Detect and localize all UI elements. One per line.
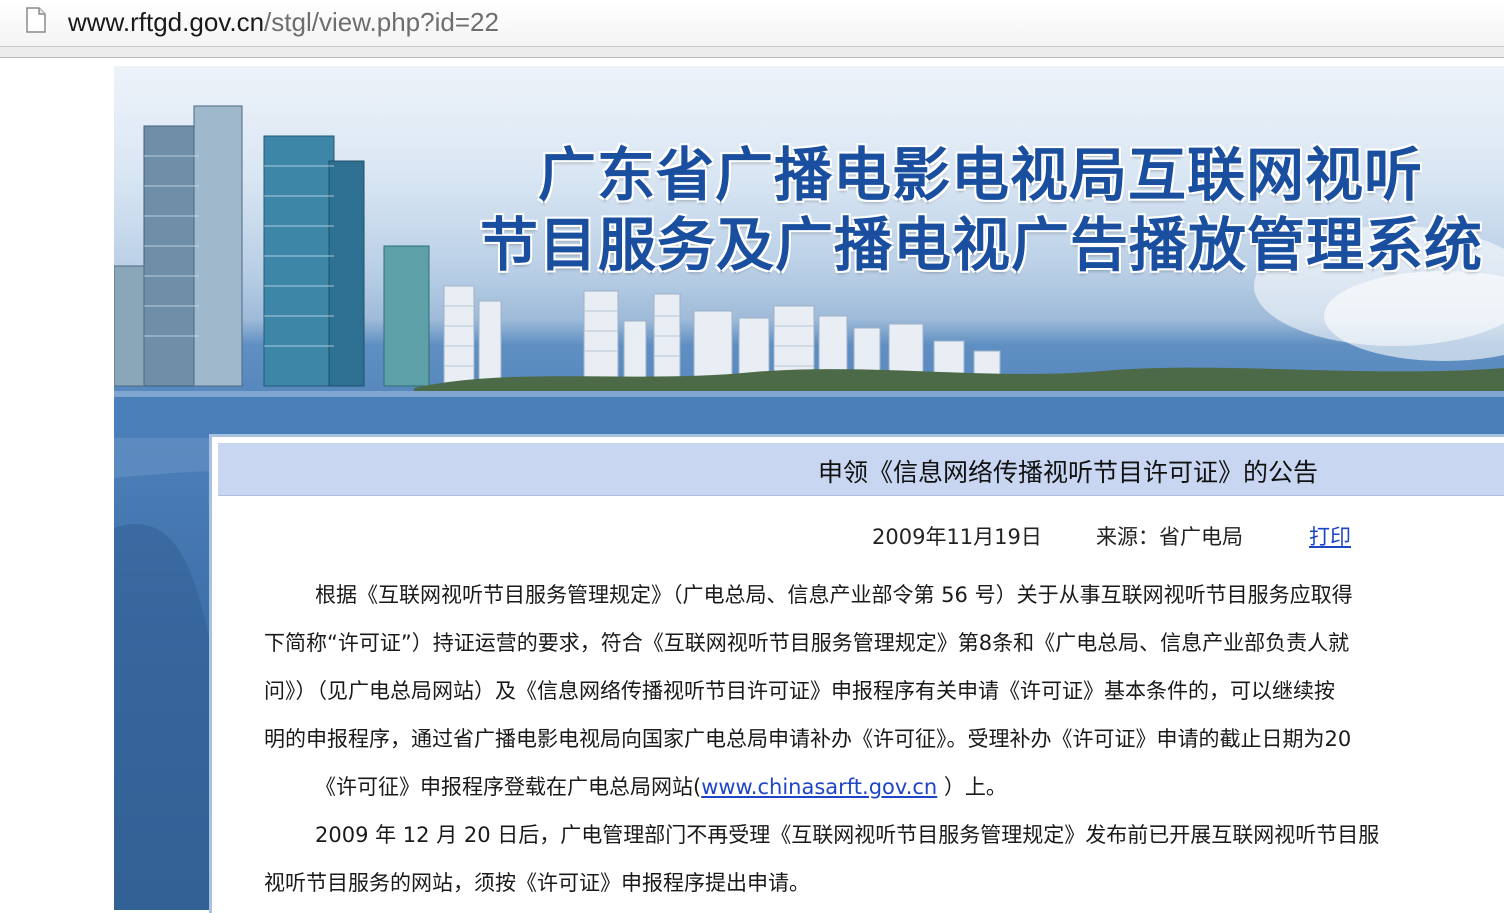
url-path: /stgl/view.php?id=22 — [264, 7, 499, 37]
print-link[interactable]: 打印 — [1309, 521, 1351, 551]
article-line-text: 《许可征》申报程序登载在广电总局网站( — [315, 775, 702, 799]
site-banner: 广东省广播电影电视局互联网视听 节目服务及广播电视广告播放管理系统 — [114, 66, 1504, 438]
article-line: 根据《互联网视听节目服务管理规定》（广电总局、信息产业部令第 56 号）关于从事… — [315, 583, 1353, 607]
address-bar[interactable]: www.rftgd.gov.cn/stgl/view.php?id=22 — [0, 0, 1504, 47]
article-line: 问》）（见广电总局网站）及《信息网络传播视听节目许可证》申报程序有关申请《许可证… — [264, 679, 1335, 703]
web-page: 广东省广播电影电视局互联网视听 节目服务及广播电视广告播放管理系统 申领《信息网… — [0, 58, 1504, 913]
chinasarft-link[interactable]: www.chinasarft.gov.cn — [701, 775, 937, 799]
document-icon — [26, 7, 46, 33]
article-line-suffix: ）上。 — [937, 775, 1007, 799]
article-line: 《许可征》申报程序登载在广电总局网站(www.chinasarft.gov.cn… — [315, 773, 1007, 801]
article-title-bar: 申领《信息网络传播视听节目许可证》的公告 — [218, 443, 1504, 496]
article-panel: 申领《信息网络传播视听节目许可证》的公告 2009年11月19日 来源：省广电局… — [209, 434, 1504, 913]
article-line: 下简称“许可证”）持证运营的要求，符合《互联网视听节目服务管理规定》第8条和《广… — [264, 631, 1350, 655]
toolbar-divider — [0, 47, 1504, 58]
banner-title-line2: 节目服务及广播电视广告播放管理系统 — [480, 211, 1484, 279]
article-date: 2009年11月19日 — [872, 525, 1042, 549]
url-text[interactable]: www.rftgd.gov.cn/stgl/view.php?id=22 — [68, 5, 499, 39]
article-line: 视听节目服务的网站，须按《许可证》申报程序提出申请。 — [264, 871, 810, 895]
article-title: 申领《信息网络传播视听节目许可证》的公告 — [818, 458, 1319, 487]
url-host: www.rftgd.gov.cn — [68, 7, 265, 37]
article-line: 2009 年 12 月 20 日后，广电管理部门不再受理《互联网视听节目服务管理… — [315, 823, 1380, 847]
article-source: 来源：省广电局 — [1096, 525, 1243, 549]
article-line: 明的申报程序，通过省广播电影电视局向国家广电总局申请补办《许可征》。受理补办《许… — [264, 727, 1352, 751]
